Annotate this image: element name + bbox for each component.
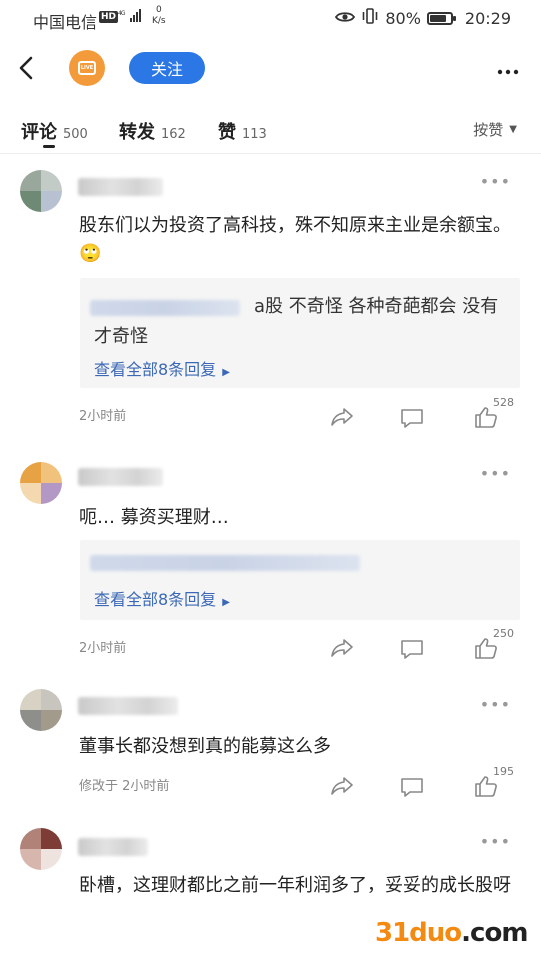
share-icon[interactable] <box>330 775 354 801</box>
comment-item: ••• 呃… 募资买理财… 查看全部8条回复 ▶ 2小时前 250 <box>0 452 541 677</box>
more-horizontal-icon[interactable]: ••• <box>480 695 511 714</box>
comment-text: 股东们以为投资了高科技，殊不知原来主业是余额宝。🙄 <box>79 215 511 264</box>
more-horizontal-icon[interactable]: ••• <box>480 832 511 851</box>
comment-icon[interactable] <box>400 638 424 664</box>
carrier-name: 中国电信 <box>33 13 98 32</box>
avatar[interactable] <box>20 462 62 504</box>
network-speed-value: 0 <box>155 5 162 15</box>
avatar[interactable] <box>20 170 62 212</box>
reply-link-label: 查看全部8条回复 <box>94 590 217 609</box>
reply-link-label: 查看全部8条回复 <box>94 360 217 379</box>
live-badge-text: LIVE <box>80 65 94 71</box>
tab-count: 500 <box>63 127 88 142</box>
triangle-right-icon: ▶ <box>222 597 230 608</box>
reply-text-blurred <box>90 555 360 571</box>
more-horizontal-icon[interactable]: ••• <box>480 464 511 483</box>
username-blurred <box>78 838 148 856</box>
tab-count: 113 <box>242 127 267 142</box>
username-blurred <box>78 468 163 486</box>
clock: 20:29 <box>464 8 511 28</box>
network-speed: 0 K/s <box>152 5 166 27</box>
comment-time: 2小时前 <box>79 409 127 424</box>
tab-likes[interactable]: 赞 113 <box>218 118 267 144</box>
share-icon[interactable] <box>330 406 354 432</box>
like-count: 528 <box>493 396 514 409</box>
battery-fill <box>429 14 446 22</box>
like-count: 195 <box>493 765 514 778</box>
caret-down-icon: ▼ <box>509 124 517 135</box>
more-horizontal-icon[interactable] <box>497 56 519 80</box>
network-speed-unit: K/s <box>152 16 166 26</box>
watermark-brand: 31duo <box>375 918 462 948</box>
eye-icon <box>335 9 356 28</box>
signal-icon: 4G <box>118 8 144 25</box>
reply-preview[interactable]: a股 不奇怪 各种奇葩都会 没有才奇怪 查看全部8条回复 ▶ <box>80 278 520 388</box>
comment-time: 修改于 2小时前 <box>79 779 170 794</box>
status-right-group: 80% 20:29 <box>335 8 511 28</box>
avatar[interactable] <box>20 828 62 870</box>
tab-label: 赞 <box>218 122 236 143</box>
tab-count: 162 <box>161 127 186 142</box>
comment-text: 董事长都没想到真的能募这么多 <box>79 736 331 757</box>
like-count: 250 <box>493 627 514 640</box>
thumbs-up-icon[interactable] <box>474 636 498 664</box>
thumbs-up-icon[interactable] <box>474 405 498 433</box>
reply-preview[interactable]: 查看全部8条回复 ▶ <box>80 540 520 620</box>
sort-label: 按赞 <box>473 121 504 139</box>
live-avatar[interactable]: LIVE <box>69 50 105 86</box>
comment-time: 2小时前 <box>79 641 127 656</box>
share-icon[interactable] <box>330 637 354 663</box>
active-tab-indicator <box>43 145 55 148</box>
hd-badge: HD <box>99 11 119 23</box>
comment-text: 卧槽，这理财都比之前一年利润多了，妥妥的成长股呀 <box>79 875 511 896</box>
top-header: LIVE 关注 <box>0 40 541 96</box>
comment-tabs: 评论 500 转发 162 赞 113 按赞 ▼ <box>0 108 541 154</box>
watermark-suffix: .com <box>461 918 528 948</box>
avatar[interactable] <box>20 689 62 731</box>
follow-button[interactable]: 关注 <box>129 52 205 84</box>
watermark: 31duo.com <box>375 918 528 948</box>
chevron-left-icon <box>19 56 33 80</box>
back-button[interactable] <box>14 54 40 82</box>
svg-text:4G: 4G <box>118 10 126 17</box>
thumbs-up-icon[interactable] <box>474 774 498 802</box>
username-blurred <box>78 697 178 715</box>
view-all-replies-link[interactable]: 查看全部8条回复 ▶ <box>94 586 230 610</box>
more-horizontal-icon[interactable]: ••• <box>480 172 511 191</box>
username-blurred <box>78 178 163 196</box>
comment-text: 呃… 募资买理财… <box>79 507 229 528</box>
live-tv-icon: LIVE <box>78 61 96 75</box>
triangle-right-icon: ▶ <box>222 367 230 378</box>
comment-item: ••• 股东们以为投资了高科技，殊不知原来主业是余额宝。🙄 a股 不奇怪 各种奇… <box>0 160 541 445</box>
tab-label: 转发 <box>119 122 155 143</box>
tab-label: 评论 <box>21 122 57 143</box>
battery-icon <box>426 11 456 25</box>
comment-icon[interactable] <box>400 407 424 433</box>
reply-text: a股 不奇怪 各种奇葩都会 没有才奇怪 <box>94 296 499 347</box>
vibrate-icon <box>361 8 379 28</box>
tab-reposts[interactable]: 转发 162 <box>119 118 186 144</box>
sort-dropdown[interactable]: 按赞 ▼ <box>473 119 517 140</box>
view-all-replies-link[interactable]: 查看全部8条回复 ▶ <box>94 356 230 380</box>
battery-percent: 80% <box>385 8 421 28</box>
status-bar: 中国电信 HD 4G 0 K/s 80% 20:29 <box>0 0 541 38</box>
comment-icon[interactable] <box>400 776 424 802</box>
comment-item: ••• 董事长都没想到真的能募这么多 修改于 2小时前 195 <box>0 683 541 813</box>
tab-comments[interactable]: 评论 500 <box>21 118 88 144</box>
